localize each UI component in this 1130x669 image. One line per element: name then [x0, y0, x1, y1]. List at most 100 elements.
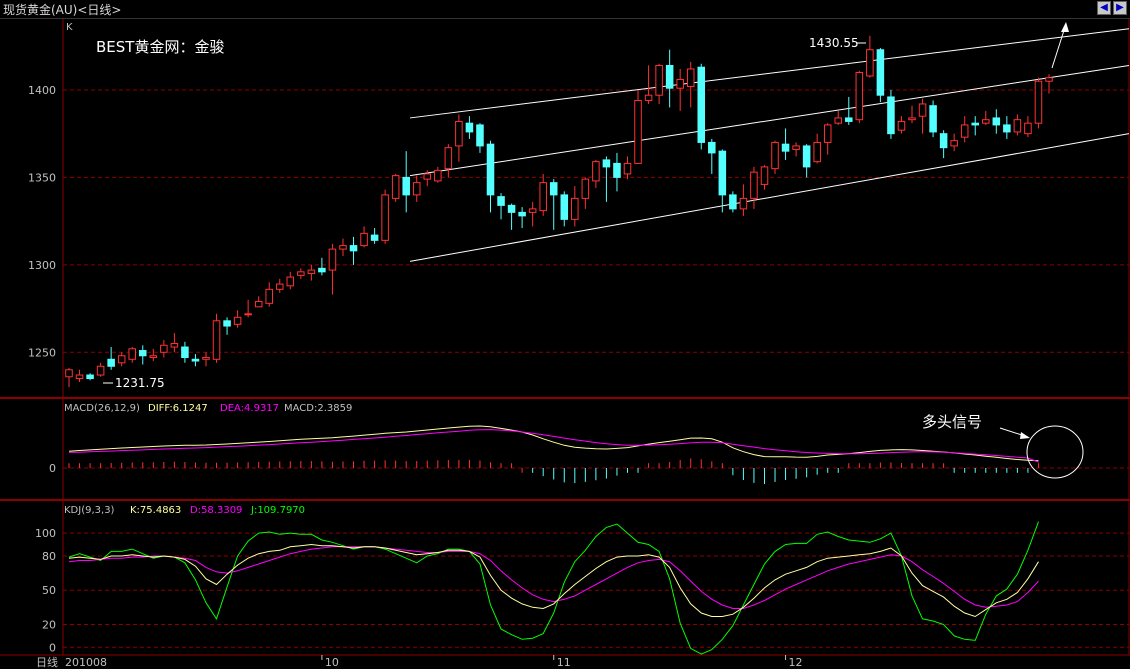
candle-body-down	[697, 66, 706, 143]
kdj-y-tick-label: 100	[35, 527, 56, 540]
kdj-grid	[63, 532, 1129, 648]
candle-body-up	[1024, 122, 1032, 135]
candle-body-up	[823, 124, 832, 143]
candle-body-down	[1003, 124, 1011, 133]
kdj-y-tick-label: 20	[42, 618, 56, 631]
candle-body-down	[802, 145, 811, 168]
candle-body-down	[845, 117, 853, 122]
candle-body-down	[181, 346, 189, 359]
candle-body-up	[328, 248, 337, 271]
candle-body-down	[708, 141, 716, 154]
candle-body-up	[360, 232, 368, 247]
signal-arrow-icon	[999, 427, 1030, 439]
macd-dea-label: DEA:4.9317	[220, 403, 279, 414]
candle-body-up	[686, 68, 695, 87]
kdj-lines	[68, 521, 1039, 655]
candle-body-up	[623, 162, 632, 175]
candle-body-down	[138, 350, 147, 357]
candle-body-down	[318, 267, 326, 273]
candle-body-up	[254, 301, 263, 308]
kdj-name: KDJ(9,3,3)	[64, 505, 115, 516]
candle-body-up	[634, 99, 642, 164]
candle-body-down	[613, 162, 621, 178]
candle-body-up	[286, 276, 295, 287]
candle-body-up	[233, 316, 242, 325]
candle-body-down	[560, 194, 569, 220]
candle-body-up	[750, 171, 758, 199]
candle-body-up	[149, 355, 158, 359]
main-y-ticks: 1250 1300 1350 1400	[28, 84, 56, 359]
candle-body-up	[75, 374, 84, 380]
candle-body-up	[739, 197, 748, 210]
x-axis-label: 12	[789, 656, 803, 669]
candle-body-up	[834, 117, 843, 124]
candle-body-up	[339, 245, 347, 250]
candle-body-up	[528, 208, 537, 213]
candle-body-down	[86, 374, 94, 380]
macd-y-ticks: 0	[49, 462, 56, 475]
main-y-tick-label: 1250	[28, 346, 56, 359]
kdj-d-label: D:58.3309	[190, 505, 242, 516]
candle-body-up	[160, 344, 168, 353]
macd-value-label: MACD:2.3859	[284, 403, 352, 414]
kdj-k-label: K:75.4863	[130, 505, 181, 516]
main-y-tick-label: 1400	[28, 84, 56, 97]
j-line	[68, 521, 1039, 655]
kdj-j-label: J:109.7970	[250, 505, 305, 516]
candle-body-up	[423, 173, 432, 180]
channel-line-lower	[409, 133, 1130, 262]
candle-body-down	[939, 133, 948, 149]
high-price-label: 1430.55	[809, 36, 859, 50]
candle-body-up	[918, 103, 927, 117]
kline-chart[interactable]: 1250130013501400 K BEST黄金网：金骏 1430.55 12…	[0, 0, 1130, 669]
candle-body-down	[476, 124, 484, 147]
low-price-label: 1231.75	[115, 376, 165, 390]
candle-body-down	[497, 196, 505, 206]
up-arrow-icon	[1051, 22, 1069, 69]
macd-y-tick-label: 0	[49, 462, 56, 475]
candle-body-up	[897, 120, 906, 131]
candle-body-down	[507, 204, 516, 213]
candle-body-up	[1045, 77, 1053, 82]
x-axis-label: 201008	[65, 656, 107, 669]
main-panel: 1250 1300 1350 1400 K BEST黄金网：金骏 1430.55 12…	[0, 19, 1130, 656]
candle-body-up	[275, 283, 284, 290]
macd-name: MACD(26,12,9)	[64, 403, 140, 414]
candle-body-down	[549, 182, 558, 196]
macd-histogram	[68, 458, 1039, 485]
macd-diff-label: DIFF:6.1247	[148, 403, 208, 414]
candle-body-up	[297, 271, 305, 276]
candle-body-up	[571, 197, 579, 220]
candle-body-up	[676, 78, 684, 89]
candle-body-up	[170, 343, 179, 348]
candle-body-down	[665, 64, 674, 89]
kdj-y-tick-label: 80	[42, 550, 56, 563]
candle-body-up	[444, 147, 453, 170]
candles	[65, 35, 1053, 388]
x-axis-label: 10	[325, 656, 339, 669]
candle-body-down	[223, 320, 231, 327]
main-grid	[63, 89, 1129, 353]
period-label: 日线	[36, 655, 58, 669]
x-axis: 日线 201008 10 11 12	[36, 655, 803, 669]
candle-body-up	[655, 64, 663, 96]
candle-body-up	[950, 140, 958, 147]
candle-body-down	[107, 358, 115, 367]
kdj-panel: KDJ(9,3,3) K:75.4863 D:58.3309 J:109.797…	[35, 505, 1129, 655]
candle-body-down	[729, 194, 737, 210]
candle-body-down	[602, 159, 611, 168]
candle-body-up	[1034, 80, 1043, 124]
x-axis-labels: 201008 10 11 12	[65, 655, 803, 669]
macd-lines	[68, 425, 1039, 463]
candle-body-down	[781, 143, 790, 152]
candle-body-up	[908, 117, 916, 121]
candle-body-down	[992, 117, 1001, 126]
candle-body-up	[128, 348, 136, 360]
candle-body-up	[202, 357, 210, 360]
candle-body-down	[518, 211, 526, 217]
candle-body-up	[592, 161, 600, 182]
watermark-text: BEST黄金网：金骏	[96, 38, 224, 56]
candle-body-up	[813, 141, 821, 163]
candle-body-up	[434, 169, 442, 182]
candle-body-up	[855, 71, 864, 121]
